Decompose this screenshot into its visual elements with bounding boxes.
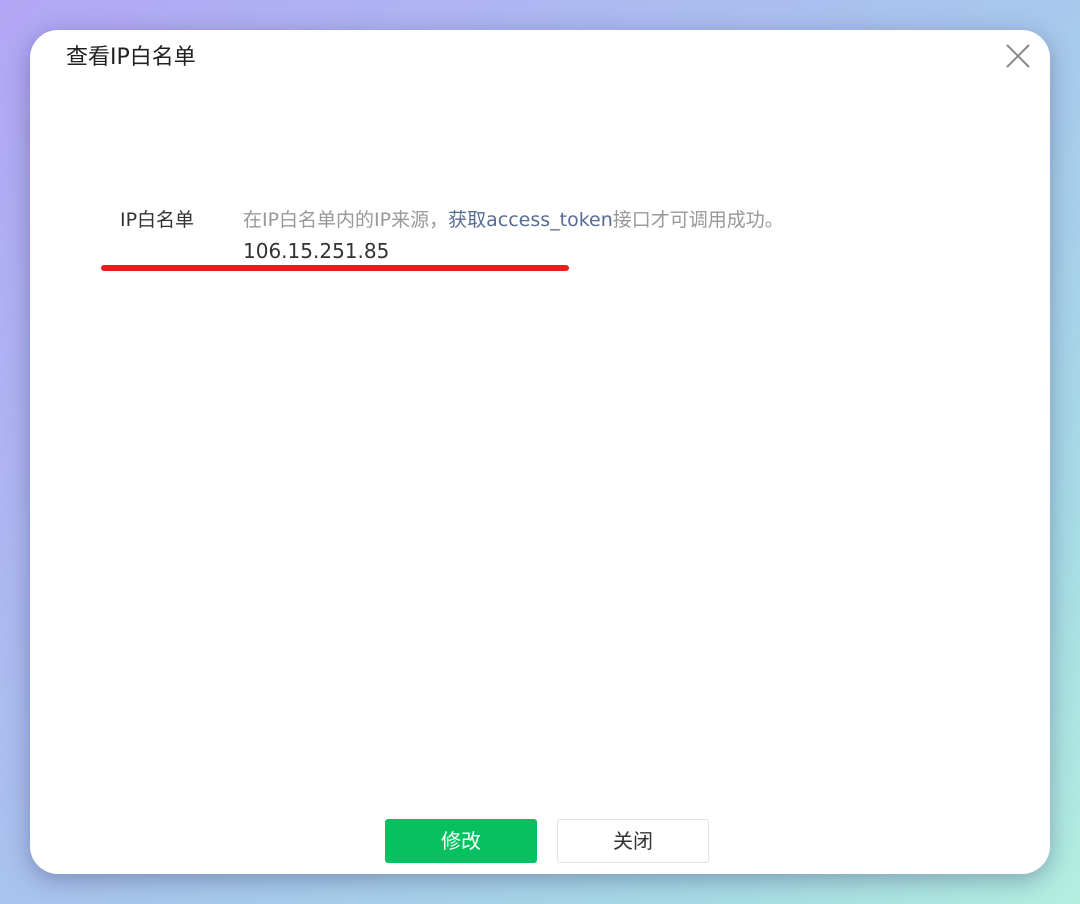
ip-whitelist-description: 在IP白名单内的IP来源，获取access_token接口才可调用成功。 (243, 205, 784, 235)
description-suffix: 接口才可调用成功。 (612, 209, 784, 231)
ip-address-value: 106.15.251.85 (243, 239, 390, 263)
access-token-link[interactable]: 获取access_token (448, 209, 613, 231)
ip-whitelist-dialog: 查看IP白名单 IP白名单 在IP白名单内的IP来源，获取access_toke… (30, 30, 1050, 874)
red-underline-annotation (101, 265, 569, 271)
close-button[interactable]: 关闭 (557, 819, 709, 863)
ip-whitelist-label: IP白名单 (120, 209, 195, 231)
dialog-title: 查看IP白名单 (66, 45, 196, 70)
close-icon[interactable] (1002, 40, 1034, 72)
modify-button[interactable]: 修改 (385, 819, 537, 863)
description-text: 在IP白名单内的IP来源， (243, 209, 449, 231)
